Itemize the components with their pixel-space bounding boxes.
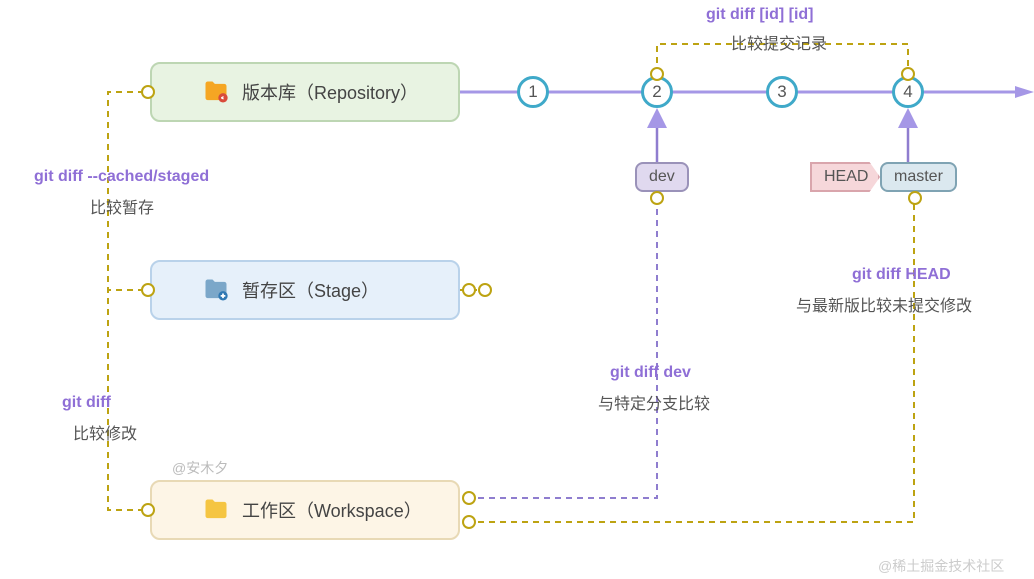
- commit-1-label: 1: [528, 82, 537, 102]
- workspace-box: 工作区（Workspace）: [150, 480, 460, 540]
- folder-share-icon: [202, 78, 230, 106]
- cmd-diff-plain: git diff: [62, 394, 111, 412]
- folder-add-icon: [202, 276, 230, 304]
- repository-box: 版本库（Repository）: [150, 62, 460, 122]
- endpoint-dot: [141, 283, 155, 297]
- endpoint-dot: [462, 491, 476, 505]
- commit-2-label: 2: [652, 82, 661, 102]
- branch-tag-master: master: [880, 162, 957, 192]
- stage-label: 暂存区（Stage）: [242, 277, 379, 303]
- commit-4-label: 4: [903, 82, 912, 102]
- stage-box: 暂存区（Stage）: [150, 260, 460, 320]
- commit-node-1: 1: [517, 76, 549, 108]
- endpoint-dot: [141, 85, 155, 99]
- branch-tag-dev: dev: [635, 162, 689, 192]
- repository-label: 版本库（Repository）: [242, 79, 418, 105]
- watermark-site: @稀土掘金技术社区: [878, 556, 1004, 576]
- desc-diff-head: 与最新版比较未提交修改: [796, 292, 972, 316]
- endpoint-dot: [650, 67, 664, 81]
- cmd-diff-cached: git diff --cached/staged: [34, 168, 209, 186]
- cmd-diff-dev: git diff dev: [610, 364, 691, 382]
- watermark-author: @安木夕: [172, 458, 228, 478]
- folder-icon: [202, 496, 230, 524]
- desc-diff-cached: 比较暂存: [90, 194, 154, 218]
- head-pointer: HEAD: [810, 162, 880, 192]
- endpoint-dot: [908, 191, 922, 205]
- commit-node-3: 3: [766, 76, 798, 108]
- endpoint-dot: [462, 515, 476, 529]
- endpoint-dot: [141, 503, 155, 517]
- desc-diff-dev: 与特定分支比较: [598, 390, 710, 414]
- cmd-diff-head: git diff HEAD: [852, 266, 951, 284]
- endpoint-dot: [478, 283, 492, 297]
- desc-diff-plain: 比较修改: [73, 420, 137, 444]
- commit-3-label: 3: [777, 82, 786, 102]
- endpoint-dot: [650, 191, 664, 205]
- endpoint-dot: [901, 67, 915, 81]
- endpoint-dot: [462, 283, 476, 297]
- desc-diff-id-id: 比较提交记录: [731, 30, 827, 54]
- cmd-diff-id-id: git diff [id] [id]: [706, 6, 814, 24]
- workspace-label: 工作区（Workspace）: [242, 497, 422, 523]
